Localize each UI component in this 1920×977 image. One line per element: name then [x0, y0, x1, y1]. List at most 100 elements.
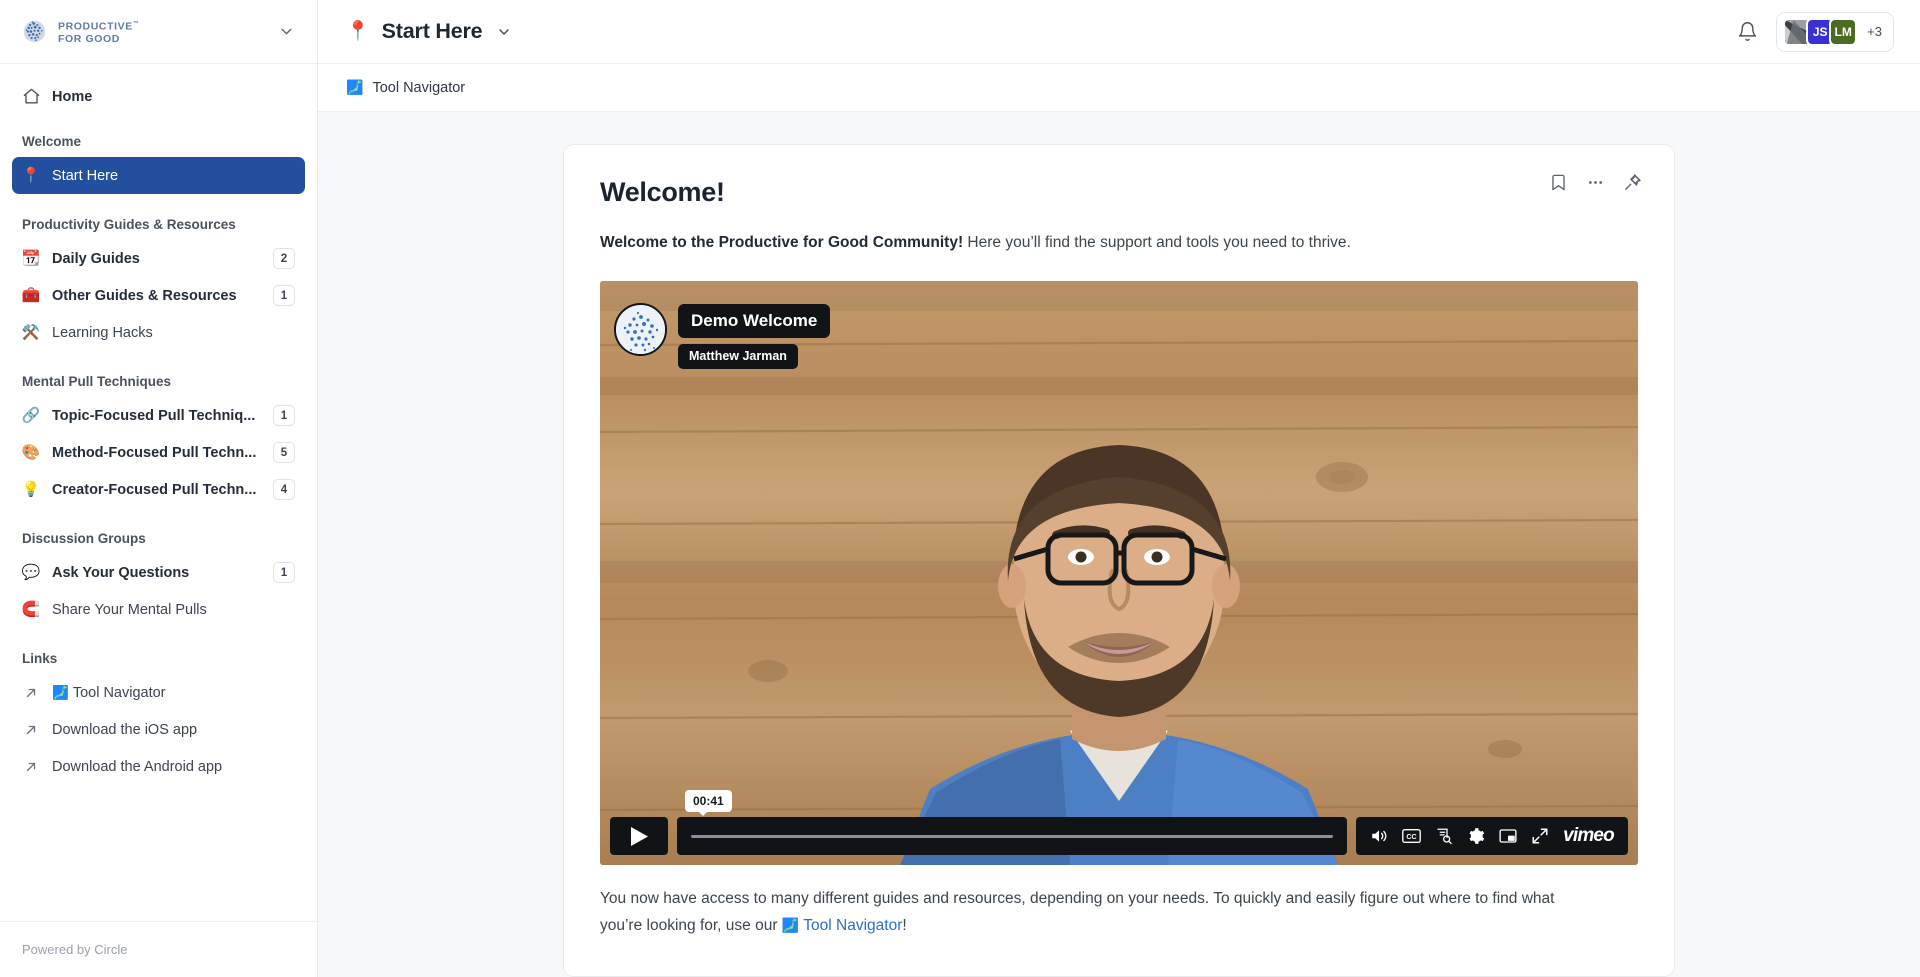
sidebar-link-label-android-app: Download the Android app: [52, 758, 223, 775]
members-avatar-group[interactable]: JS LM +3: [1776, 11, 1894, 52]
sidebar-item-learning-hacks[interactable]: ⚒️ Learning Hacks: [12, 314, 305, 351]
pushpin-icon: 📍: [21, 167, 41, 184]
avatar-lm: LM: [1829, 17, 1858, 46]
sidebar-link-label-ios-app: Download the iOS app: [52, 721, 198, 738]
sidebar-section-title-discussion: Discussion Groups: [22, 531, 146, 546]
tool-navigator-link[interactable]: Tool Navigator: [803, 917, 902, 934]
welcome-post-card: Welcome! Welcome to the Productive for G…: [563, 144, 1675, 977]
subbar-item-label: Tool Navigator: [372, 79, 466, 96]
tool-navigator-text: Tool Navigator: [72, 684, 166, 701]
video-overlay-badges: Demo Welcome Matthew Jarman: [614, 303, 831, 369]
artist-palette-icon: 🎨: [21, 444, 41, 461]
video-scrubber-track[interactable]: [691, 834, 1334, 838]
sidebar-item-label-creator-focused: Creator-Focused Pull Techn...: [52, 481, 257, 498]
content-scroll-area: Welcome! Welcome to the Productive for G…: [318, 112, 1920, 977]
sidebar-section-title-links: Links: [22, 651, 58, 666]
sidebar-item-other-guides[interactable]: 🧰 Other Guides & Resources 1: [12, 277, 305, 314]
brand-logo[interactable]: PRODUCTIVE™ FOR GOOD: [20, 17, 274, 46]
post-body-text-1: You now have access to many different gu…: [600, 890, 1555, 934]
subbar-item-tool-navigator[interactable]: 🗾 Tool Navigator: [346, 79, 465, 96]
video-control-bar: 00:41 CC vimeo: [610, 790, 1628, 855]
notification-bell-icon[interactable]: [1737, 21, 1758, 42]
sidebar-link-ios-app[interactable]: Download the iOS app: [12, 711, 305, 748]
video-duration-tooltip: 00:41: [685, 790, 732, 816]
sidebar-badge-other-guides: 1: [273, 285, 295, 306]
sidebar-item-topic-focused[interactable]: 🔗 Topic-Focused Pull Techniq... 1: [12, 397, 305, 434]
volume-icon[interactable]: [1370, 827, 1388, 845]
logo-trademark: ™: [132, 21, 140, 28]
svg-text:CC: CC: [1406, 833, 1416, 841]
video-progress-bar[interactable]: 00:41: [677, 790, 1348, 855]
sidebar-item-method-focused[interactable]: 🎨 Method-Focused Pull Techn... 5: [12, 434, 305, 471]
more-options-icon[interactable]: [1584, 171, 1607, 194]
sub-bar: 🗾 Tool Navigator: [318, 64, 1920, 112]
post-lead-bold: Welcome to the Productive for Good Commu…: [600, 234, 964, 251]
sidebar-badge-topic-focused: 1: [273, 405, 295, 426]
top-bar: 📍 Start Here JS LM +3: [318, 0, 1920, 64]
post-body-text-2: !: [902, 917, 907, 934]
toolbox-icon: 🧰: [21, 287, 41, 304]
sidebar-item-share-your-mental-pulls[interactable]: 🧲 Share Your Mental Pulls: [12, 591, 305, 628]
map-icon: 🗾: [52, 684, 69, 700]
post-lead-paragraph: Welcome to the Productive for Good Commu…: [600, 231, 1638, 255]
main-area: 📍 Start Here JS LM +3 🗾 Tool Navigator W…: [318, 0, 1920, 977]
hammer-and-pick-icon: ⚒️: [21, 324, 41, 341]
sidebar-badge-ask-your-questions: 1: [273, 562, 295, 583]
pushpin-icon: 📍: [346, 21, 370, 42]
sidebar-item-label-method-focused: Method-Focused Pull Techn...: [52, 444, 257, 461]
external-link-arrow-icon: [21, 723, 41, 737]
video-right-controls: CC vimeo: [1356, 817, 1628, 855]
sidebar-link-android-app[interactable]: Download the Android app: [12, 748, 305, 785]
sidebar-header: PRODUCTIVE™ FOR GOOD: [0, 0, 317, 64]
logo-wordmark: PRODUCTIVE™ FOR GOOD: [58, 18, 139, 45]
video-title-block: Demo Welcome Matthew Jarman: [678, 303, 831, 369]
logo-line-2: FOR GOOD: [58, 32, 120, 45]
top-bar-actions: JS LM +3: [1737, 11, 1894, 52]
closed-captions-icon[interactable]: CC: [1402, 828, 1421, 844]
sidebar-item-label-share-your-mental-pulls: Share Your Mental Pulls: [52, 601, 207, 618]
sidebar-nav: Home Welcome 📍 Start Here Productivity G…: [0, 64, 317, 921]
fullscreen-icon[interactable]: [1531, 827, 1549, 845]
bookmark-icon[interactable]: [1547, 171, 1570, 194]
chevron-down-icon[interactable]: [496, 24, 512, 40]
home-icon: [21, 87, 41, 106]
sidebar: PRODUCTIVE™ FOR GOOD Home Welcome 📍 Star…: [0, 0, 318, 977]
sidebar-badge-creator-focused: 4: [273, 479, 295, 500]
speech-balloon-icon: 💬: [21, 564, 41, 581]
play-button[interactable]: [610, 817, 668, 855]
sidebar-item-home[interactable]: Home: [12, 78, 305, 115]
sidebar-collapse-chevron-down-icon[interactable]: [274, 19, 299, 44]
logo-line-1: PRODUCTIVE: [58, 20, 133, 33]
transcript-icon[interactable]: [1435, 827, 1453, 845]
sidebar-section-title-productivity: Productivity Guides & Resources: [22, 217, 236, 232]
sidebar-section-title-welcome: Welcome: [22, 134, 82, 149]
sidebar-item-creator-focused[interactable]: 💡 Creator-Focused Pull Techn... 4: [12, 471, 305, 508]
video-player[interactable]: Demo Welcome Matthew Jarman 00:41 CC vim…: [600, 281, 1638, 865]
sidebar-link-label-tool-navigator: 🗾 Tool Navigator: [52, 684, 295, 702]
map-icon: 🗾: [781, 917, 800, 933]
sidebar-badge-daily-guides: 2: [273, 248, 295, 269]
logo-mark-icon: [23, 20, 46, 43]
sidebar-item-label-topic-focused: Topic-Focused Pull Techniq...: [52, 407, 256, 424]
post-title: Welcome!: [600, 177, 725, 207]
sidebar-item-label-ask-your-questions: Ask Your Questions: [52, 564, 190, 581]
space-title-dropdown[interactable]: 📍 Start Here: [346, 19, 1737, 44]
pin-icon[interactable]: [1621, 171, 1644, 194]
light-bulb-icon: 💡: [21, 481, 41, 498]
sidebar-item-label-start-here: Start Here: [52, 167, 119, 184]
vimeo-logo[interactable]: vimeo: [1563, 825, 1615, 847]
sidebar-item-start-here[interactable]: 📍 Start Here: [12, 157, 305, 194]
sidebar-item-ask-your-questions[interactable]: 💬 Ask Your Questions 1: [12, 554, 305, 591]
sidebar-item-label-home: Home: [52, 88, 93, 105]
sidebar-section-title-mental-pull: Mental Pull Techniques: [22, 374, 172, 389]
sidebar-link-tool-navigator[interactable]: 🗾 Tool Navigator: [12, 674, 305, 711]
video-channel-avatar: [614, 303, 667, 356]
sidebar-badge-method-focused: 5: [273, 442, 295, 463]
page-title: Start Here: [381, 19, 483, 43]
picture-in-picture-icon[interactable]: [1499, 828, 1517, 844]
calendar-icon: 📆: [21, 250, 41, 267]
magnet-icon: 🧲: [21, 601, 41, 618]
sidebar-footer: Powered by Circle: [0, 921, 317, 977]
sidebar-item-daily-guides[interactable]: 📆 Daily Guides 2: [12, 240, 305, 277]
settings-gear-icon[interactable]: [1467, 827, 1485, 845]
